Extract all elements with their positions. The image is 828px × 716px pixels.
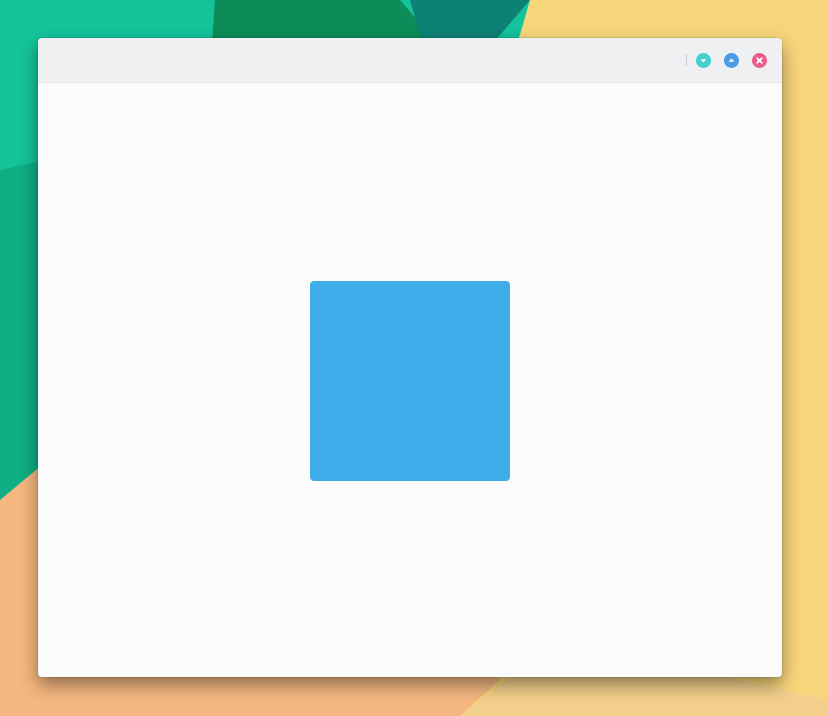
app-window [38,38,782,677]
desktop [0,0,828,716]
chevron-down-icon [696,53,711,68]
window-content [38,83,782,677]
minimize-button[interactable] [696,53,711,68]
titlebar-separator [686,54,687,66]
maximize-button[interactable] [724,53,739,68]
close-icon [752,53,767,68]
blue-square [310,281,510,481]
chevron-up-icon [724,53,739,68]
close-button[interactable] [752,53,767,68]
titlebar[interactable] [38,38,782,83]
